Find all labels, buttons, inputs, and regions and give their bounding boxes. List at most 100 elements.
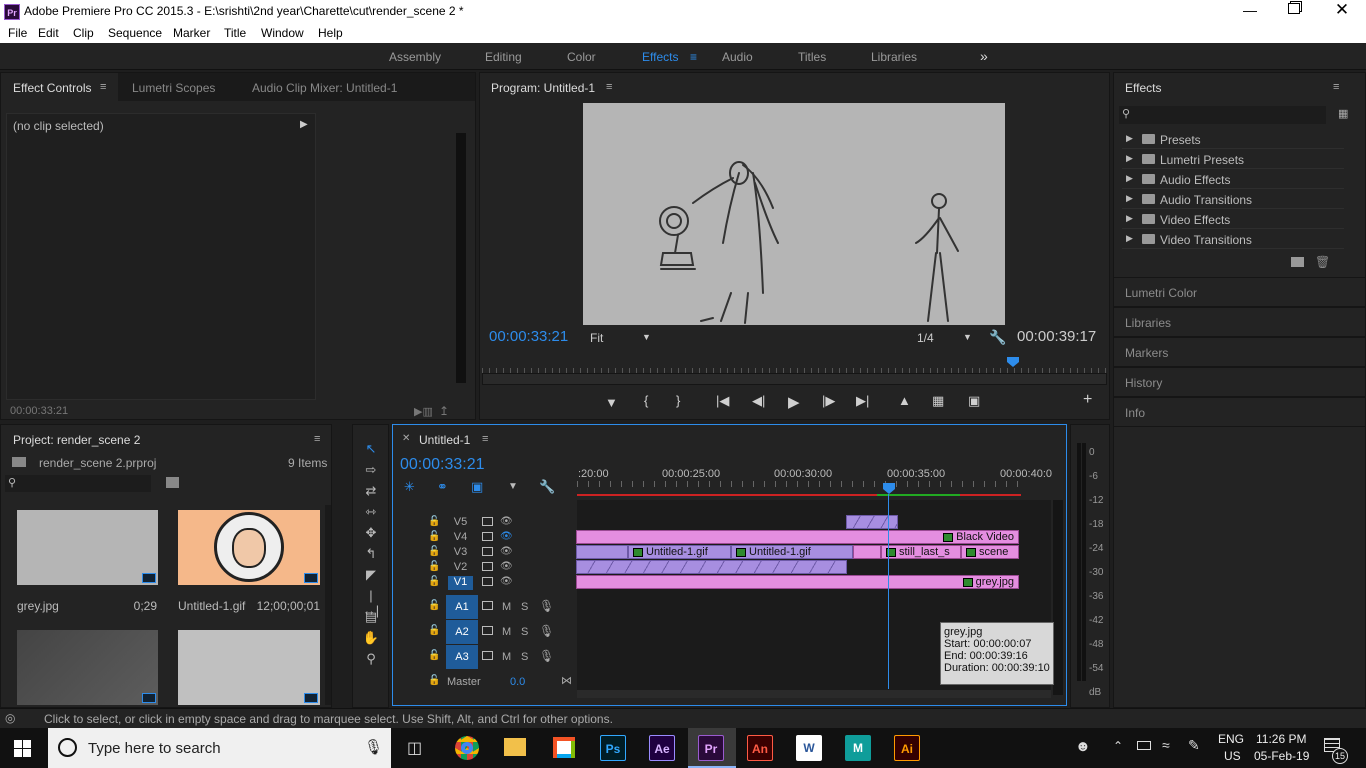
solo-button[interactable]: S [521, 601, 528, 613]
snap-icon[interactable]: ✳ [404, 479, 415, 495]
battery-icon[interactable] [1137, 741, 1151, 750]
project-scrollbar[interactable] [325, 505, 331, 705]
project-item-grey[interactable]: grey.jpg 0;29 [17, 510, 159, 613]
tray-chevron-up-icon[interactable]: ⌃ [1113, 739, 1123, 753]
program-menu-icon[interactable]: ≡ [606, 81, 612, 93]
mark-out-icon[interactable]: } [676, 393, 680, 408]
rate-stretch-tool-icon[interactable]: ✥ [362, 525, 380, 541]
wifi-icon[interactable]: ≈ [1162, 737, 1170, 753]
store-icon[interactable] [553, 737, 575, 758]
microphone-icon[interactable]: 🎙 [364, 738, 383, 756]
program-zoom-scrollbar[interactable] [482, 373, 1107, 385]
lock-icon[interactable]: 🔓 [428, 531, 440, 542]
tab-effect-controls[interactable]: Effect Controls [13, 81, 91, 95]
accelerated-effects-icon[interactable]: ▦ [1338, 107, 1348, 120]
new-bin-icon[interactable] [1291, 257, 1304, 267]
sync-icon[interactable] [482, 626, 493, 635]
track-header-a1[interactable]: 🔓 A1 M S 🎙 [394, 595, 576, 619]
lock-icon[interactable]: 🔓 [428, 516, 440, 527]
track-header-master[interactable]: 🔓 Master 0.0 ⋈ [394, 673, 576, 689]
clip-untitled-gif-1[interactable]: Untitled-1.gif [628, 545, 731, 559]
timeline-playhead-line[interactable] [888, 494, 889, 689]
go-to-end-icon[interactable]: ⋈ [561, 674, 572, 687]
panel-menu-icon[interactable]: ≡ [100, 81, 106, 93]
sync-lock-icon[interactable] [482, 517, 493, 526]
work-area-bar-green[interactable] [877, 494, 960, 496]
effects-folder-presets[interactable]: ▶ Presets [1122, 130, 1344, 149]
chrome-icon[interactable] [455, 736, 479, 760]
project-search-input[interactable]: ⚲ [5, 475, 151, 492]
illustrator-icon[interactable]: Ai [894, 735, 920, 761]
master-volume[interactable]: 0.0 [510, 676, 525, 688]
clip-black-video[interactable]: Black Video [576, 530, 1019, 544]
task-view-icon[interactable]: ◫ [407, 738, 422, 758]
lock-icon[interactable]: 🔓 [428, 561, 440, 572]
rolling-edit-tool-icon[interactable]: ⇿ [362, 504, 380, 520]
effect-controls-scrollbar[interactable] [456, 133, 466, 383]
button-editor-plus-icon[interactable]: + [1083, 391, 1092, 409]
tab-lumetri-scopes[interactable]: Lumetri Scopes [132, 81, 215, 95]
maximize-button[interactable] [1288, 3, 1300, 14]
lock-icon[interactable]: 🔓 [428, 625, 440, 636]
clip-grey-jpg[interactable]: grey.jpg [576, 575, 1019, 589]
sync-lock-icon[interactable] [482, 532, 493, 541]
microphone-icon[interactable]: 🎙 [539, 649, 554, 663]
expand-arrow-icon[interactable]: ▶ [300, 119, 308, 130]
linked-selection-icon[interactable]: ⚭ [437, 479, 448, 495]
zoom-fit-dropdown[interactable]: Fit ▼ [590, 331, 654, 347]
effects-folder-video-transitions[interactable]: ▶ Video Transitions [1122, 230, 1344, 249]
tab-audio-clip-mixer[interactable]: Audio Clip Mixer: Untitled-1 [252, 81, 397, 95]
panel-history[interactable]: History [1114, 367, 1366, 397]
menu-window[interactable]: Window [261, 26, 304, 40]
mute-button[interactable]: M [502, 601, 511, 613]
lock-icon[interactable]: 🔓 [428, 600, 440, 611]
go-to-out-icon[interactable]: ▶| [856, 393, 869, 409]
clip-scene[interactable]: scene [961, 545, 1019, 559]
clip-v3-gap[interactable] [853, 545, 881, 559]
play-audio-icon[interactable]: ▶▥ [414, 405, 433, 418]
work-area-bar-red[interactable] [577, 494, 877, 496]
effects-folder-audio-effects[interactable]: ▶ Audio Effects [1122, 170, 1344, 189]
workspace-editing[interactable]: Editing [485, 50, 522, 64]
lift-icon[interactable]: ▲ [898, 393, 911, 408]
menu-title[interactable]: Title [224, 26, 246, 40]
selection-tool-icon[interactable]: ↖ [362, 441, 380, 457]
ripple-edit-tool-icon[interactable]: ⇄ [362, 483, 380, 499]
clip-still-last[interactable]: still_last_s [881, 545, 961, 559]
pen-icon[interactable]: ✎ [1188, 737, 1200, 754]
clip-v5-transition[interactable] [846, 515, 898, 529]
zoom-tool-icon[interactable]: ⚲ [362, 651, 380, 667]
menu-file[interactable]: File [8, 26, 27, 40]
region-label[interactable]: US [1224, 749, 1241, 763]
microphone-icon[interactable]: 🎙 [539, 624, 554, 638]
track-header-v5[interactable]: 🔓 V5 👁 [394, 515, 576, 530]
timeline-settings-wrench-icon[interactable]: 🔧 [539, 479, 555, 495]
timeline-ruler[interactable] [577, 481, 1021, 493]
sequence-menu-icon[interactable]: ≡ [482, 433, 488, 445]
add-marker-icon[interactable]: ▼ [605, 395, 618, 410]
workspace-effects[interactable]: Effects [642, 50, 678, 64]
menu-help[interactable]: Help [318, 26, 343, 40]
track-select-tool-icon[interactable]: ⇨ [362, 462, 380, 478]
resolution-dropdown[interactable]: 1/4 ▼ [917, 331, 975, 347]
language-label[interactable]: ENG [1218, 732, 1244, 746]
panel-libraries[interactable]: Libraries [1114, 307, 1366, 337]
sequence-tab[interactable]: Untitled-1 [419, 433, 470, 447]
after-effects-icon[interactable]: Ae [649, 735, 675, 761]
hand-tool-icon[interactable]: ✋ [362, 630, 380, 646]
step-forward-icon[interactable]: |▶ [822, 393, 835, 409]
people-icon[interactable]: ☻ [1075, 738, 1091, 755]
export-frame-camera-icon[interactable]: ▣ [968, 393, 980, 409]
delete-icon[interactable]: 🗑 [1315, 255, 1330, 269]
eye-icon[interactable]: 👁 [500, 516, 513, 527]
track-header-v2[interactable]: 🔓 V2 👁 [394, 560, 576, 575]
animate-icon[interactable]: An [747, 735, 773, 761]
settings-wrench-icon[interactable]: 🔧 [989, 329, 1006, 346]
play-icon[interactable]: ▶ [788, 393, 800, 411]
eye-icon[interactable]: 👁 [500, 576, 513, 587]
slip-tool-icon[interactable]: ◤ [362, 567, 380, 583]
photoshop-icon[interactable]: Ps [600, 735, 626, 761]
close-button[interactable]: ✕ [1332, 0, 1352, 20]
panel-info[interactable]: Info [1114, 397, 1366, 427]
sync-lock-icon[interactable] [482, 577, 493, 586]
